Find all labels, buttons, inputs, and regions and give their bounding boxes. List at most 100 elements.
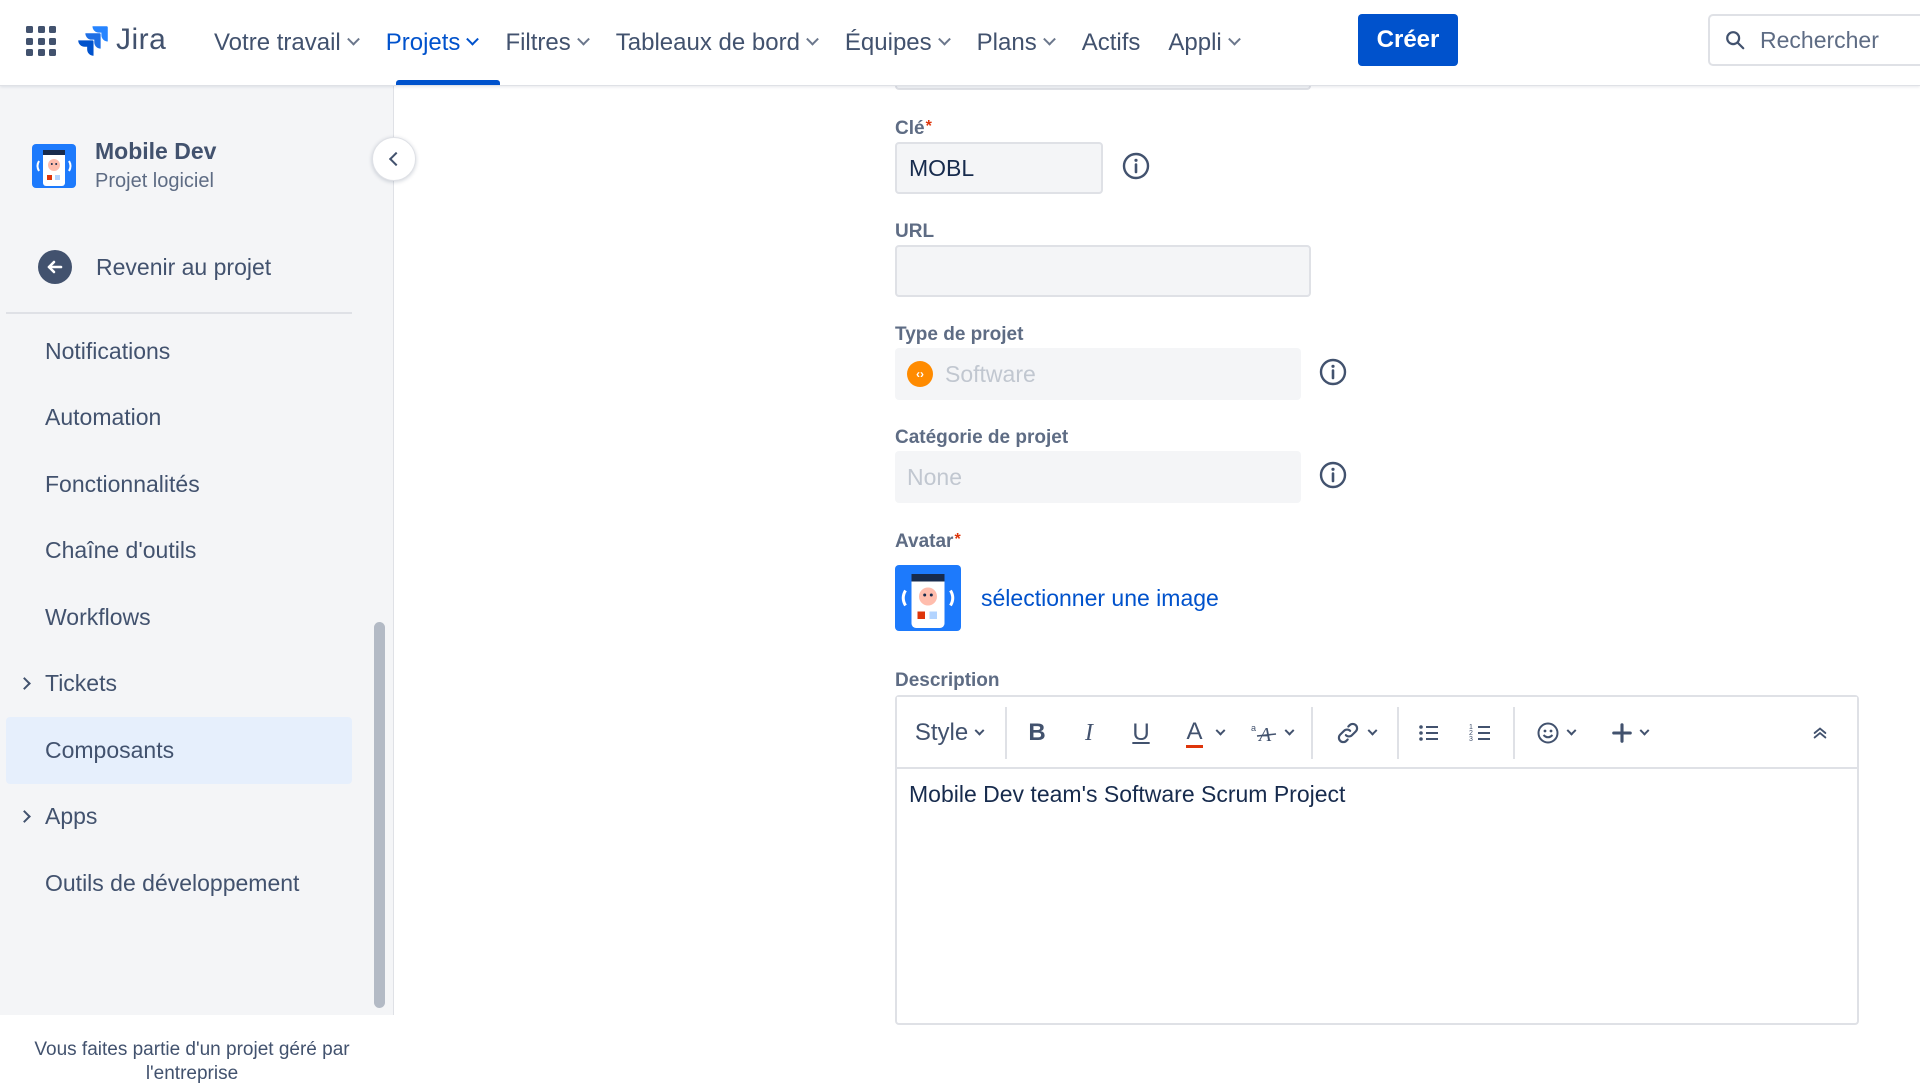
insert-button[interactable] [1601,715,1657,751]
bold-button[interactable]: B [1019,715,1055,751]
managed-project-notice: Vous faites partie d'un projet géré par … [0,1038,384,1086]
chevron-down-icon [1566,725,1576,736]
nav-label: Plans [976,29,1037,56]
chevron-left-icon [388,151,404,167]
sidebar-item-label: Tickets [45,670,117,697]
toolbar-divider [1005,707,1007,759]
back-to-project-link[interactable]: Revenir au projet [38,250,271,284]
chevron-down-icon [1367,725,1377,736]
project-type-value: Software [945,360,1036,387]
emoji-button[interactable] [1527,715,1583,751]
sidebar-item-label: Fonctionnalités [45,470,200,497]
sidebar-item-automation[interactable]: Automation [6,385,352,452]
strikethrough-icon: a A [1251,723,1276,745]
sidebar-scrollbar[interactable] [374,622,385,1008]
svg-text:3: 3 [1469,736,1473,743]
info-icon[interactable] [1319,358,1347,386]
sidebar-divider [6,312,352,314]
text-color-button[interactable]: A [1175,715,1235,751]
info-icon[interactable] [1319,461,1347,489]
mobile-project-avatar-icon [32,144,76,188]
chevron-right-icon[interactable] [18,809,31,823]
select-image-link[interactable]: sélectionner une image [981,585,1219,612]
category-select: None [895,451,1301,503]
info-icon[interactable] [1122,152,1150,180]
mobile-project-avatar-icon [895,565,961,631]
jira-logo[interactable]: Jira [76,20,166,60]
project-header[interactable]: Mobile Dev Projet logiciel [32,136,216,196]
sidebar-item-tickets[interactable]: Tickets [6,651,352,718]
collapse-toolbar-button[interactable] [1805,715,1835,751]
project-type-select: ‹› Software [895,348,1301,400]
chevron-down-icon [1639,725,1649,736]
sidebar-item-label: Composants [45,736,175,763]
chevrons-up-icon [1813,727,1827,739]
search-box[interactable] [1708,14,1920,66]
numbered-list-icon: 1 2 3 [1469,724,1490,743]
nav-tableaux-de-bord[interactable]: Tableaux de bord [602,0,831,86]
chevron-down-icon [346,32,360,46]
link-icon [1337,722,1358,744]
text-style-dropdown[interactable]: Style [913,715,985,751]
search-icon [1726,31,1745,50]
bullet-list-button[interactable] [1411,715,1447,751]
app-switcher-icon[interactable] [26,26,56,56]
key-input[interactable] [895,142,1103,194]
chevron-down-icon [1215,725,1225,736]
collapse-sidebar-button[interactable] [372,137,416,181]
nav-actifs[interactable]: Actifs [1068,0,1155,86]
sidebar-item-composants[interactable]: Composants [6,717,352,784]
project-avatar-preview[interactable] [895,565,961,631]
label-text: Avatar [895,531,954,552]
description-editor: Style B I U A a A 1 2 3 Mobile Dev team'… [895,695,1859,1025]
numbered-list-button[interactable]: 1 2 3 [1463,715,1499,751]
nav-label: Équipes [844,29,932,56]
link-button[interactable] [1327,715,1383,751]
key-label: Clé* [895,118,932,140]
italic-button[interactable]: I [1071,715,1107,751]
project-avatar [32,144,76,188]
nav-appli[interactable]: Appli [1154,0,1252,86]
sidebar-item-label: Automation [45,404,162,431]
software-icon: ‹› [907,361,933,387]
description-text[interactable]: Mobile Dev team's Software Scrum Project [909,781,1345,808]
notice-line: Vous faites partie d'un projet géré par [34,1039,350,1060]
sidebar-item-workflows[interactable]: Workflows [6,584,352,651]
plus-icon [1611,723,1632,743]
chevron-down-icon [806,32,819,46]
nav-equipes[interactable]: Équipes [831,0,963,86]
sidebar-item-notifications[interactable]: Notifications [6,318,352,385]
nav-votre-travail[interactable]: Votre travail [200,0,372,86]
chevron-down-icon [937,32,951,46]
url-input[interactable] [895,245,1311,297]
top-navigation: Jira Votre travail Projets Filtres Table… [0,0,1920,86]
project-sidebar: Mobile Dev Projet logiciel Revenir au pr… [0,86,416,1084]
project-type: Projet logiciel [95,170,214,192]
nav-filtres[interactable]: Filtres [491,0,601,86]
nav-projets[interactable]: Projets [372,0,492,86]
arrow-left-icon [38,250,72,284]
project-name: Mobile Dev [95,138,217,164]
notice-line: l'entreprise [145,1063,239,1084]
sidebar-item-outils-developpement[interactable]: Outils de développement [6,850,352,917]
chevron-right-icon[interactable] [18,676,31,690]
nav-label: Tableaux de bord [615,29,800,56]
back-label: Revenir au projet [96,253,272,280]
nav-plans[interactable]: Plans [963,0,1068,86]
chevron-down-icon [1284,725,1294,736]
more-formatting-button[interactable]: a A [1245,715,1297,751]
chevron-down-icon [974,725,985,736]
search-input[interactable] [1760,26,1920,54]
sidebar-item-chaine-outils[interactable]: Chaîne d'outils [6,518,352,585]
sidebar-item-label: Chaîne d'outils [45,537,197,564]
sidebar-item-fonctionnalites[interactable]: Fonctionnalités [6,451,352,518]
underline-button[interactable]: U [1123,715,1159,751]
jira-logo-text: Jira [116,23,167,56]
toolbar-divider [1311,707,1313,759]
create-button[interactable]: Créer [1358,14,1458,66]
project-details-form: Clé* URL Type de projet ‹› Software Caté… [395,76,1920,1025]
url-label: URL [895,221,935,242]
sidebar-item-apps[interactable]: Apps [6,784,352,851]
bullet-list-icon [1419,725,1438,741]
sidebar-item-label: Outils de développement [45,869,300,896]
